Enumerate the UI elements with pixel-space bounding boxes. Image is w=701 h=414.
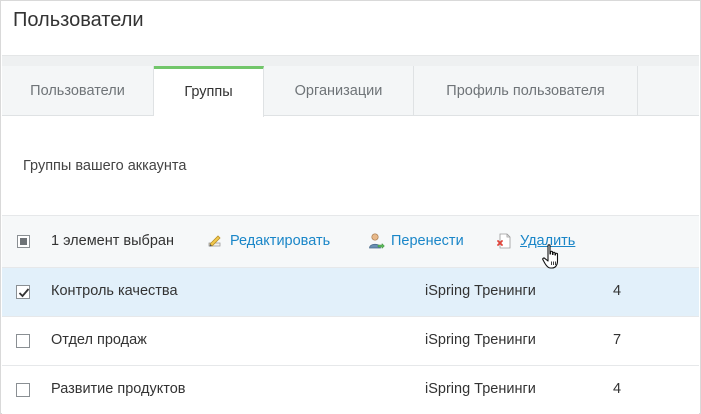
tab-groups[interactable]: Группы	[154, 66, 264, 117]
move-button[interactable]: Перенести	[367, 232, 464, 250]
users-panel: Пользователи Пользователи Группы Организ…	[0, 0, 701, 414]
select-all-checkbox[interactable]	[17, 235, 30, 248]
tab-organizations[interactable]: Организации	[264, 66, 414, 116]
table-row[interactable]: Развитие продуктов iSpring Тренинги 4	[2, 366, 699, 414]
pencil-icon	[206, 232, 224, 250]
hand-cursor-icon	[542, 244, 562, 270]
selection-count: 1 элемент выбран	[51, 233, 174, 249]
table-row[interactable]: Контроль качества iSpring Тренинги 4	[2, 268, 699, 317]
group-organization: iSpring Тренинги	[425, 332, 536, 348]
row-checkbox[interactable]	[16, 285, 30, 299]
group-name[interactable]: Развитие продуктов	[51, 381, 186, 397]
selection-toolbar: 1 элемент выбран Редактировать Перенести	[2, 215, 699, 268]
section-subtitle: Группы вашего аккаунта	[23, 158, 187, 174]
group-member-count: 4	[613, 283, 622, 299]
group-name[interactable]: Контроль качества	[51, 283, 178, 299]
delete-doc-icon	[496, 232, 514, 250]
page-title: Пользователи	[13, 9, 144, 31]
group-organization: iSpring Тренинги	[425, 381, 536, 397]
group-member-count: 7	[613, 332, 622, 348]
delete-button[interactable]: Удалить	[496, 232, 575, 250]
tab-user-profile[interactable]: Профиль пользователя	[414, 66, 638, 116]
row-checkbox[interactable]	[16, 383, 30, 397]
tab-users[interactable]: Пользователи	[2, 66, 154, 116]
group-name[interactable]: Отдел продаж	[51, 332, 147, 348]
move-label: Перенести	[391, 233, 464, 249]
group-member-count: 4	[613, 381, 622, 397]
table-row[interactable]: Отдел продаж iSpring Тренинги 7	[2, 317, 699, 366]
edit-label: Редактировать	[230, 233, 331, 249]
row-checkbox[interactable]	[16, 334, 30, 348]
edit-button[interactable]: Редактировать	[206, 232, 330, 250]
group-organization: iSpring Тренинги	[425, 283, 536, 299]
user-move-icon	[367, 232, 385, 250]
header-divider	[2, 55, 699, 66]
tab-bar: Пользователи Группы Организации Профиль …	[2, 66, 699, 117]
check-icon	[18, 288, 30, 298]
